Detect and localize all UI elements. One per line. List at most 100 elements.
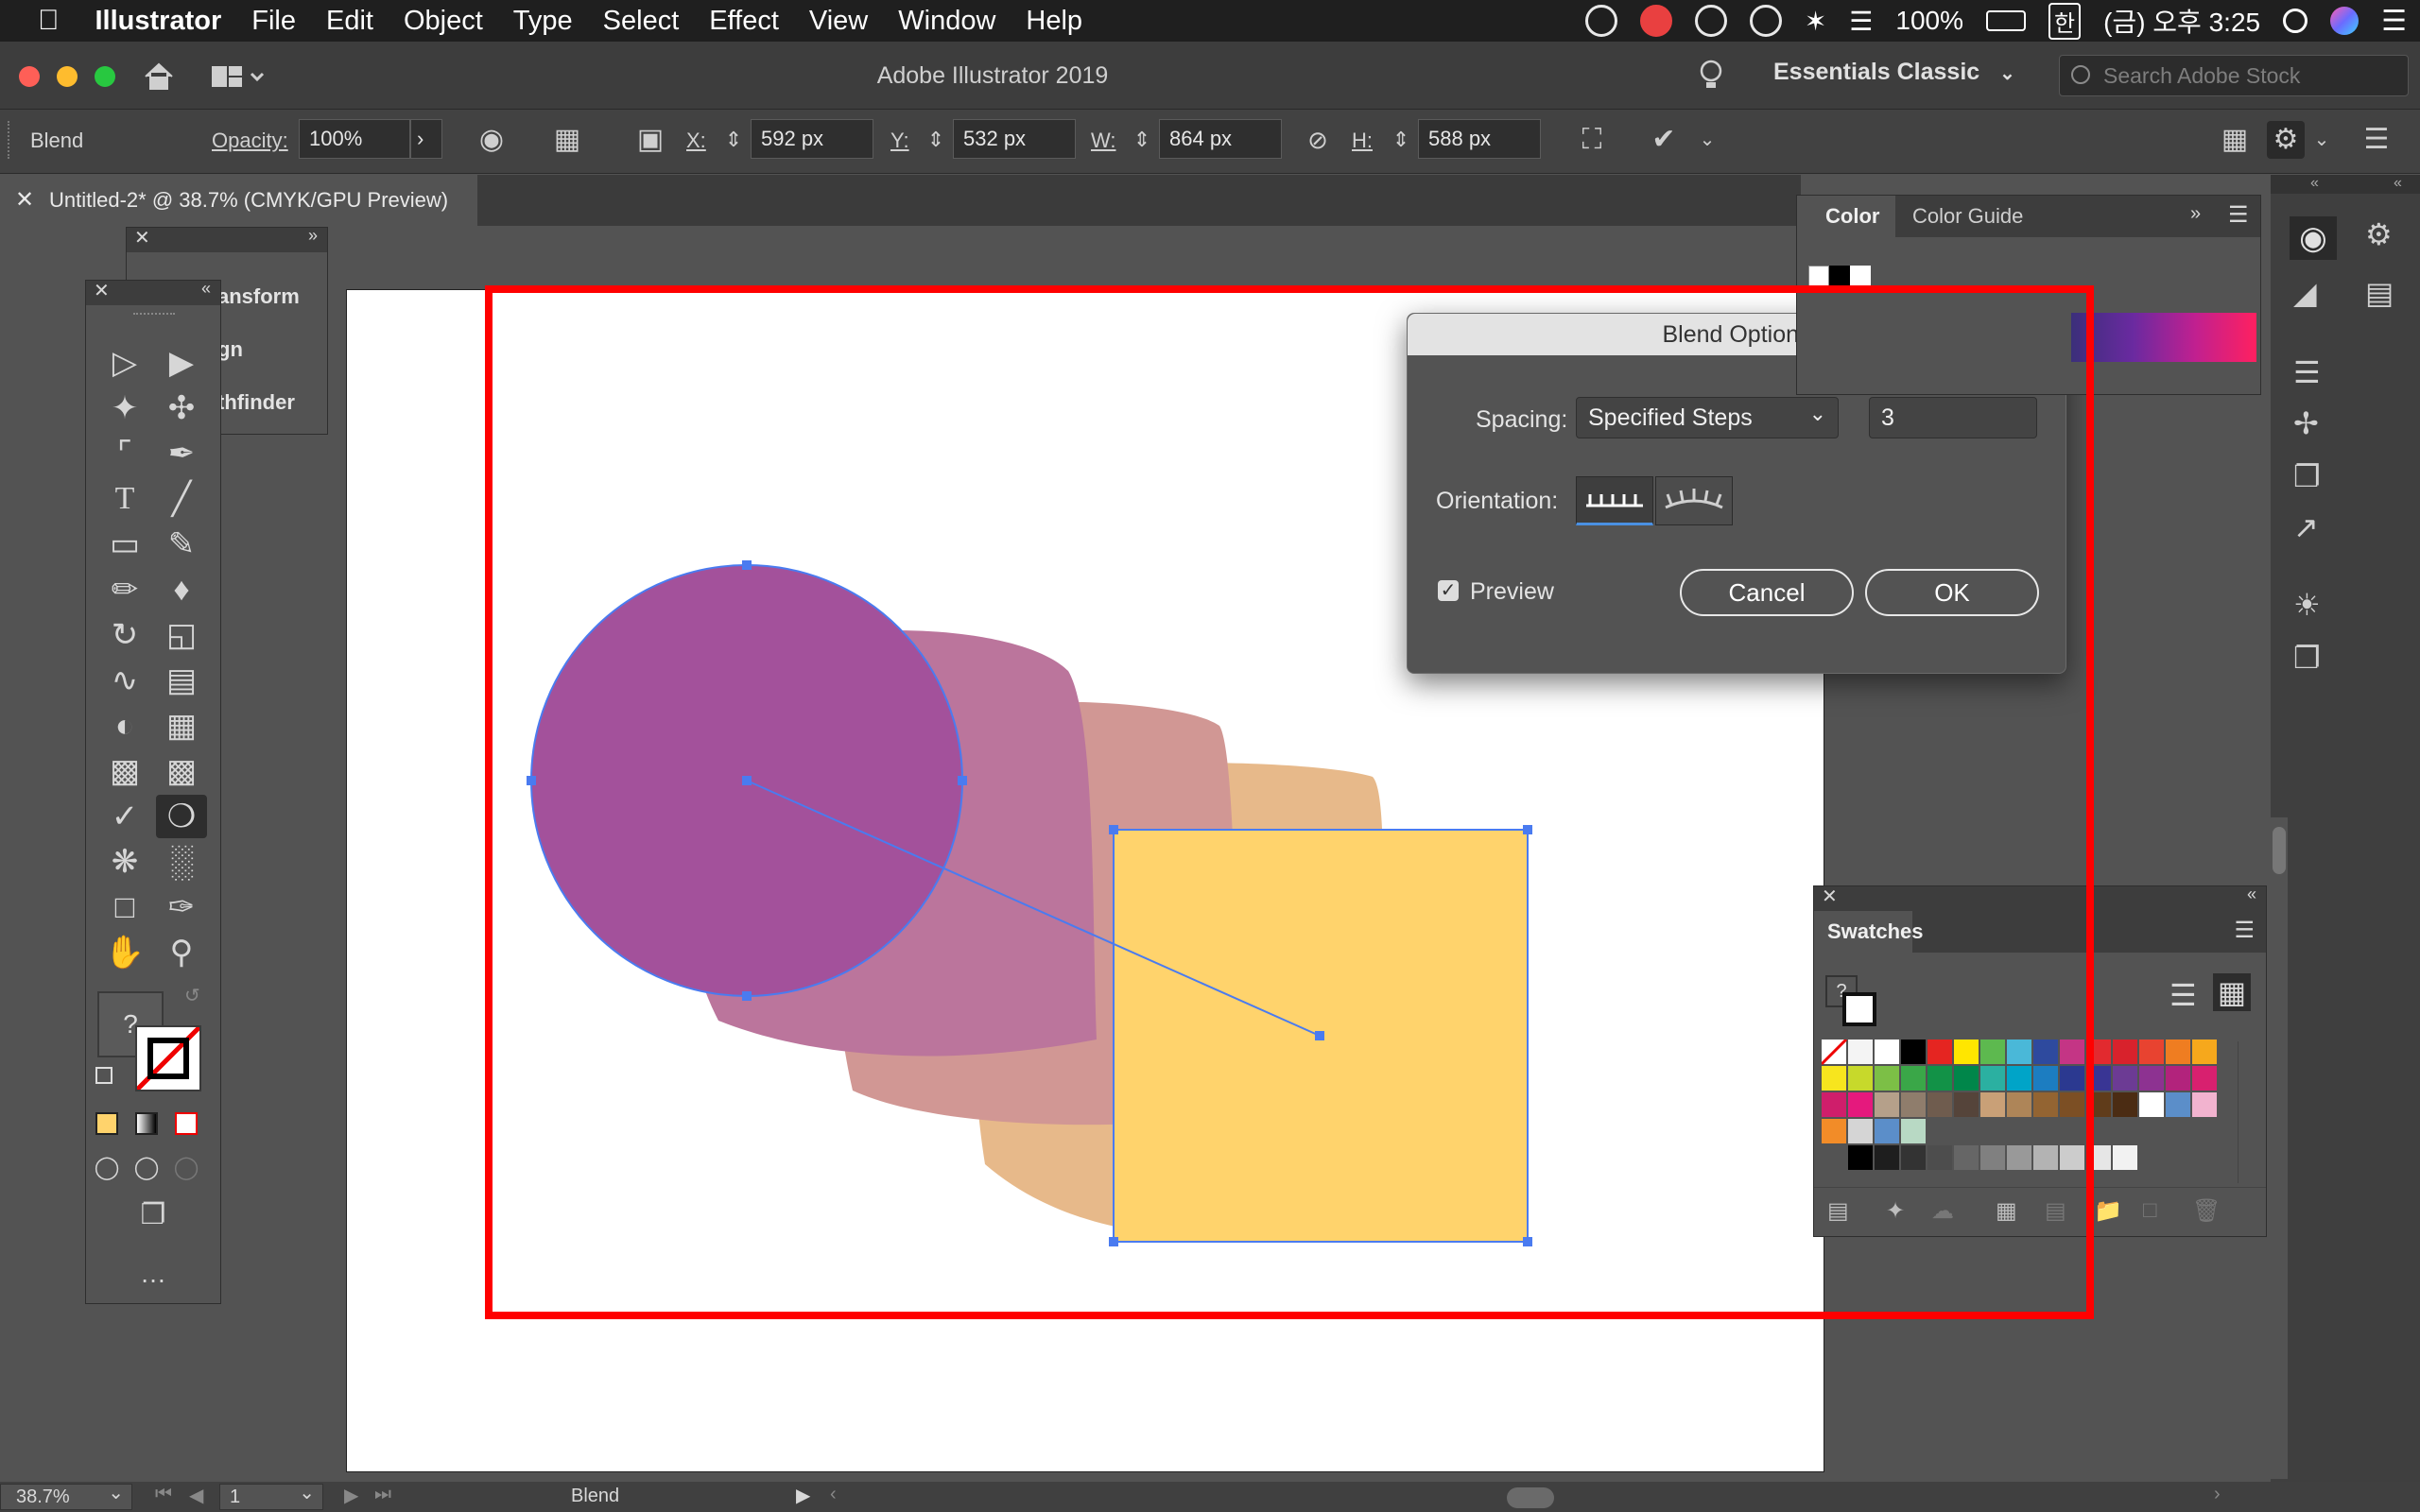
swatches-scrollbar[interactable]	[2238, 1041, 2255, 1183]
panel-item-transform[interactable]: ansform	[217, 284, 300, 309]
export-panel-icon[interactable]: ↗	[2293, 509, 2319, 545]
lasso-tool-icon[interactable]: ✣	[156, 387, 207, 430]
draw-behind-icon[interactable]: ◯	[130, 1146, 164, 1190]
swatch-cell[interactable]	[2166, 1066, 2190, 1091]
swatch-cell[interactable]	[2113, 1145, 2137, 1170]
collapse-dock-icon[interactable]: «	[2310, 175, 2319, 192]
swatch-cell[interactable]	[2113, 1066, 2137, 1091]
swatch-cell[interactable]	[2139, 1092, 2164, 1117]
column-graph-tool-icon[interactable]: ░	[156, 840, 207, 884]
magic-wand-tool-icon[interactable]: ✦	[99, 387, 150, 430]
artboard-number-field[interactable]: 1 ⌄	[219, 1483, 323, 1510]
last-artboard-icon[interactable]: ⏭	[374, 1484, 391, 1505]
anchor-tool-icon[interactable]: ⌜	[99, 432, 150, 475]
panel-item-pathfinder[interactable]: thfinder	[217, 390, 295, 415]
panel-header[interactable]: ✕ »	[127, 226, 327, 252]
slice-tool-icon[interactable]: ✑	[156, 885, 207, 929]
swatch-cell[interactable]	[2192, 1092, 2217, 1117]
blend-tool-icon[interactable]: ❍	[156, 795, 207, 838]
dock-scroll-thumb[interactable]	[2273, 827, 2286, 874]
first-artboard-icon[interactable]: ⏮	[155, 1484, 172, 1505]
gradient-tool-icon[interactable]: ▩	[156, 749, 207, 793]
tools-grip[interactable]	[133, 313, 175, 318]
grid-view-icon[interactable]: ▦	[2213, 973, 2251, 1011]
zoom-level-field[interactable]: 38.7% ⌄	[0, 1483, 132, 1510]
next-artboard-icon[interactable]: ▶	[344, 1484, 358, 1507]
pencil-tool-icon[interactable]: ✏	[99, 568, 150, 611]
selection-tool-icon[interactable]: ▶	[156, 341, 207, 385]
eraser-tool-icon[interactable]: ♦	[156, 568, 207, 611]
type-tool-icon[interactable]: T	[99, 477, 150, 521]
horizontal-scrollbar-thumb[interactable]	[1507, 1487, 1554, 1508]
zoom-tool-icon[interactable]: ⚲	[156, 931, 207, 974]
line-tool-icon[interactable]: ╱	[156, 477, 207, 521]
properties-panel-icon[interactable]: ⚙	[2365, 216, 2393, 252]
appearance-panel-icon[interactable]: ☀	[2293, 587, 2321, 623]
default-fill-stroke-icon[interactable]	[95, 1067, 112, 1084]
collapse-dock-icon[interactable]: «	[2394, 175, 2402, 192]
paintbrush-tool-icon[interactable]: ✎	[156, 523, 207, 566]
color-panel-icon[interactable]: ◉	[2290, 216, 2337, 260]
collapse-panel-icon[interactable]: «	[2247, 885, 2256, 904]
new-color-group-icon[interactable]: 📁	[2094, 1197, 2122, 1225]
free-transform-tool-icon[interactable]: ▤	[156, 659, 207, 702]
color-mode-icon[interactable]	[90, 1103, 124, 1146]
previous-artboard-icon[interactable]: ◀	[189, 1484, 203, 1507]
edit-toolbar-icon[interactable]: …	[128, 1252, 179, 1296]
delete-swatch-icon[interactable]: 🗑	[2192, 1197, 2221, 1225]
new-swatch-icon[interactable]: □	[2143, 1197, 2157, 1224]
expand-panel-icon[interactable]: »	[308, 226, 318, 246]
transform-panel-icon[interactable]: ❐	[2293, 640, 2321, 676]
perspective-grid-tool-icon[interactable]: ▦	[156, 704, 207, 747]
layers-panel-icon[interactable]: ☰	[2293, 354, 2321, 390]
gradient-mode-icon[interactable]	[130, 1103, 164, 1146]
warp-tool-icon[interactable]: ∿	[99, 659, 150, 702]
list-view-icon[interactable]: ☰	[2169, 977, 2197, 1013]
fill-stroke-swatch[interactable]: ? ↺	[95, 986, 203, 1091]
artboards-panel-icon[interactable]: ❐	[2293, 458, 2321, 494]
swatch-cell[interactable]	[2113, 1092, 2137, 1117]
swatch-cell[interactable]	[2166, 1092, 2190, 1117]
direct-selection-tool-icon[interactable]: ▷	[99, 341, 150, 385]
close-panel-icon[interactable]: ✕	[94, 279, 110, 302]
swatch-cell[interactable]	[2192, 1040, 2217, 1064]
draw-normal-icon[interactable]: ◯	[90, 1146, 124, 1190]
panel-menu-icon[interactable]: ☰	[2234, 917, 2255, 944]
none-mode-icon[interactable]	[169, 1103, 203, 1146]
rotate-tool-icon[interactable]: ↻	[99, 613, 150, 657]
cc-libraries-icon[interactable]: ▤	[2365, 275, 2394, 311]
rectangle-tool-icon[interactable]: ▭	[99, 523, 150, 566]
scroll-right-icon[interactable]: ›	[2214, 1484, 2221, 1505]
libraries-panel-icon[interactable]: ✢	[2293, 405, 2319, 441]
screen-mode-icon[interactable]: ❐	[128, 1194, 179, 1237]
shape-builder-tool-icon[interactable]: ◐	[99, 704, 150, 747]
swatch-cell[interactable]	[2113, 1040, 2137, 1064]
draw-inside-icon[interactable]: ◯	[169, 1146, 203, 1190]
swatch-cell[interactable]	[2166, 1040, 2190, 1064]
color-spectrum-bar[interactable]	[2071, 313, 2256, 362]
hand-tool-icon[interactable]: ✋	[99, 931, 150, 974]
tab-color-guide[interactable]: Color Guide	[1912, 196, 2023, 237]
panel-item-align[interactable]: gn	[217, 337, 243, 362]
swatch-cell[interactable]	[2192, 1066, 2217, 1091]
panel-menu-icon[interactable]: ☰	[2228, 201, 2249, 229]
pen-tool-icon[interactable]: ✒	[156, 432, 207, 475]
expand-panel-icon[interactable]: »	[2190, 203, 2201, 225]
scroll-left-icon[interactable]: ‹	[830, 1484, 837, 1505]
dock-scrollbar[interactable]	[2271, 817, 2288, 1479]
mesh-tool-icon[interactable]: ▩	[99, 749, 150, 793]
stroke-none-swatch[interactable]	[135, 1025, 201, 1091]
artboard-tool-icon[interactable]: □	[99, 885, 150, 929]
tools-panel-header[interactable]: ✕ «	[86, 279, 220, 305]
close-panel-icon[interactable]: ✕	[134, 226, 150, 249]
symbol-sprayer-tool-icon[interactable]: ❋	[99, 840, 150, 884]
collapse-panel-icon[interactable]: «	[201, 279, 211, 299]
color-guide-panel-icon[interactable]: ◢	[2293, 275, 2317, 311]
scale-tool-icon[interactable]: ◱	[156, 613, 207, 657]
tab-color[interactable]: Color	[1797, 196, 1895, 237]
status-menu-icon[interactable]: ▶	[796, 1484, 810, 1507]
swatch-cell[interactable]	[2139, 1066, 2164, 1091]
swatch-cell[interactable]	[2139, 1040, 2164, 1064]
swap-fill-stroke-icon[interactable]: ↺	[184, 984, 200, 1007]
eyedropper-tool-icon[interactable]: ✓	[99, 795, 150, 838]
